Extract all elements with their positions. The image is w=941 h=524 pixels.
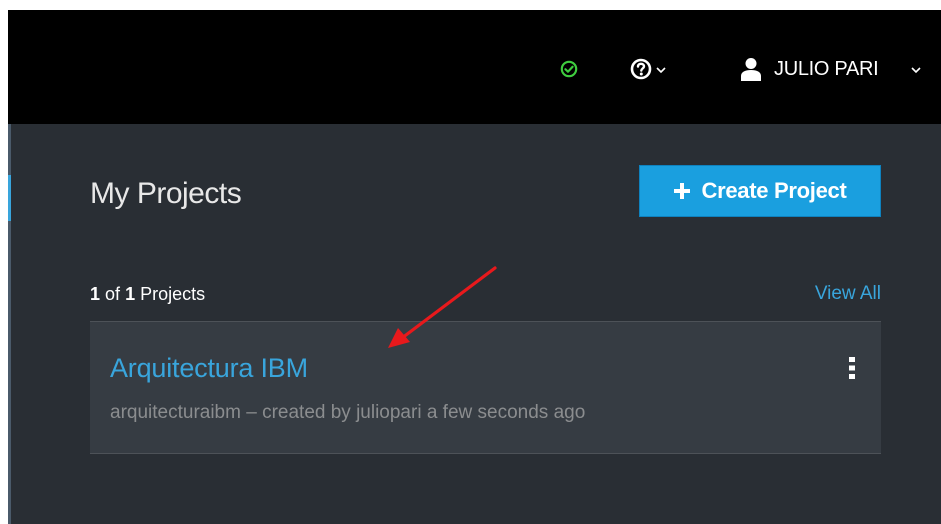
- project-name-link[interactable]: Arquitectura IBM: [110, 352, 308, 384]
- app-frame: JULIO PARI My Projects Create Project 1 …: [0, 0, 941, 524]
- count-total: 1: [125, 284, 136, 304]
- page-title: My Projects: [90, 177, 242, 210]
- chevron-down-icon[interactable]: [656, 66, 666, 74]
- project-meta: arquitecturaibm – created by juliopari a…: [110, 402, 586, 423]
- create-project-button[interactable]: Create Project: [639, 165, 881, 217]
- create-project-label: Create Project: [701, 178, 847, 203]
- kebab-menu-icon[interactable]: [847, 356, 857, 380]
- plus-icon: [673, 183, 690, 199]
- project-count: 1 of 1 Projects: [90, 283, 205, 305]
- view-all-link[interactable]: View All: [815, 283, 881, 305]
- question-circle-icon[interactable]: [630, 58, 652, 80]
- project-card: Arquitectura IBM arquitecturaibm – creat…: [90, 321, 881, 454]
- count-suffix: Projects: [140, 284, 206, 304]
- sidebar-edge-accent: [8, 175, 11, 221]
- count-of: of: [105, 284, 121, 304]
- user-name-label[interactable]: JULIO PARI: [774, 57, 879, 81]
- check-circle-icon[interactable]: [560, 60, 578, 78]
- user-icon[interactable]: [740, 57, 762, 81]
- top-navbar: JULIO PARI: [8, 10, 941, 124]
- chevron-down-icon[interactable]: [911, 66, 921, 74]
- count-current: 1: [90, 284, 101, 304]
